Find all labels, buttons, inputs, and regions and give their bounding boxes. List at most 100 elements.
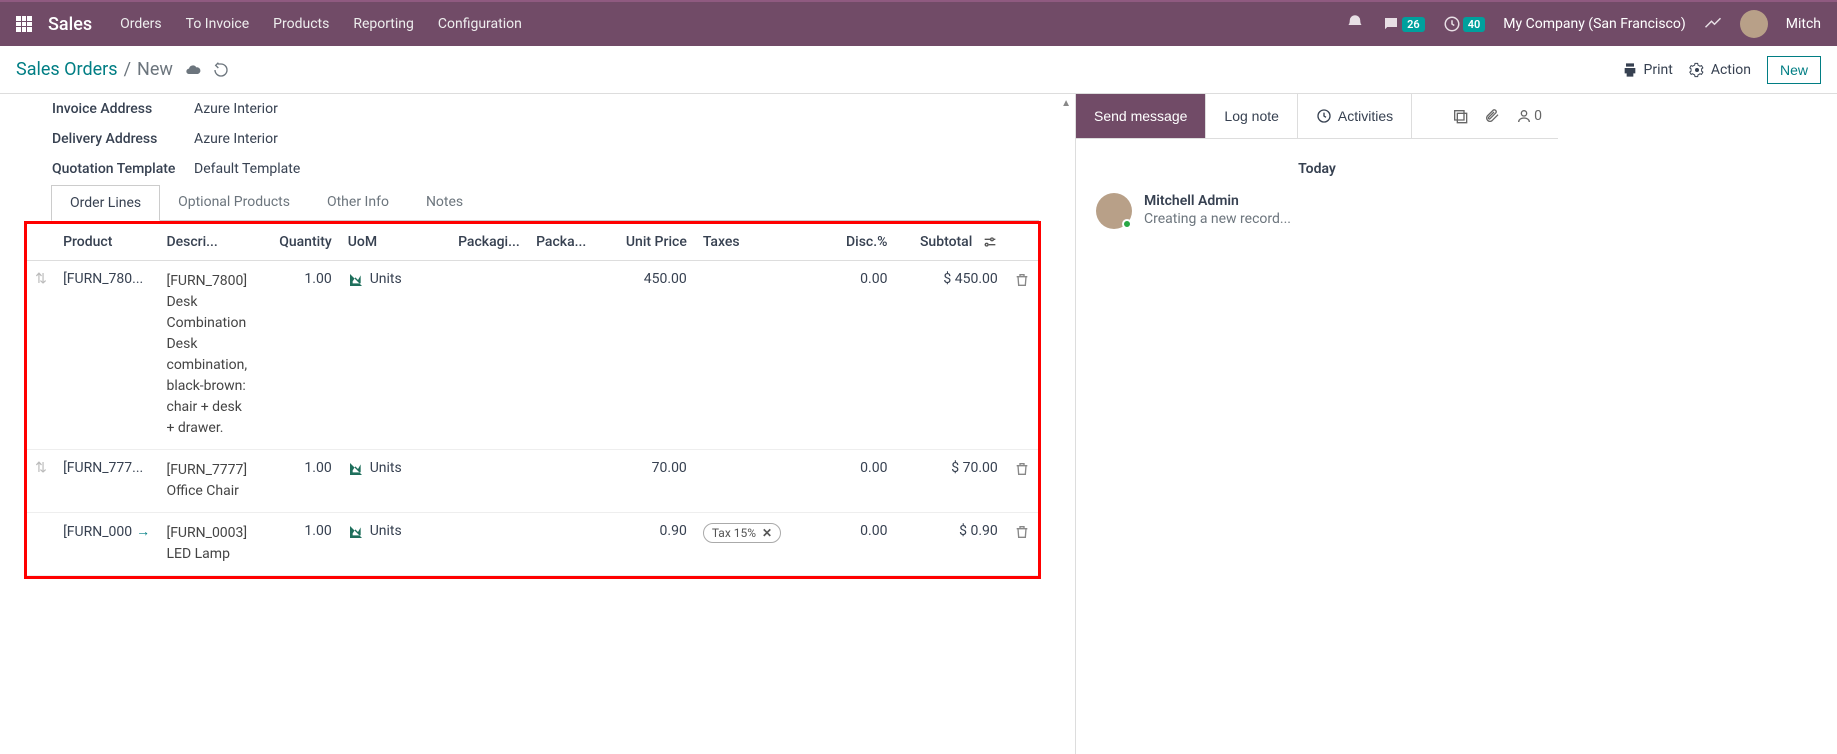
top-menu: Orders To Invoice Products Reporting Con… — [120, 16, 522, 32]
unit-price-cell[interactable]: 0.90 — [595, 513, 695, 576]
unit-price-cell[interactable]: 70.00 — [595, 450, 695, 513]
uom-cell[interactable]: Units — [340, 261, 450, 450]
control-panel: Sales Orders / New Print Action New — [0, 46, 1837, 94]
quantity-cell[interactable]: 1.00 — [255, 450, 339, 513]
attach-icon[interactable] — [1484, 108, 1500, 124]
discount-cell[interactable]: 0.00 — [795, 261, 895, 450]
subtotal-cell: $ 450.00 — [895, 261, 1005, 450]
menu-configuration[interactable]: Configuration — [438, 16, 522, 32]
message-avatar — [1096, 193, 1132, 229]
product-cell[interactable]: [FURN_777... — [55, 450, 158, 513]
message-item: Mitchell Admin Creating a new record... — [1096, 193, 1538, 229]
quotation-template-label: Quotation Template — [52, 161, 194, 177]
col-taxes[interactable]: Taxes — [695, 224, 795, 261]
activities-badge: 40 — [1463, 17, 1486, 32]
messages-button[interactable]: 26 — [1382, 15, 1425, 33]
col-packaging-qty[interactable]: Packa... — [528, 224, 594, 261]
delivery-address-label: Delivery Address — [52, 131, 194, 147]
subtotal-cell: $ 0.90 — [895, 513, 1005, 576]
breadcrumb-root[interactable]: Sales Orders — [16, 59, 118, 80]
remove-tag-icon[interactable]: ✕ — [762, 526, 772, 540]
col-packaging[interactable]: Packagi... — [450, 224, 528, 261]
open-link-icon[interactable]: → — [136, 523, 150, 540]
followers-count: 0 — [1534, 108, 1542, 124]
print-label: Print — [1644, 62, 1673, 78]
breadcrumb: Sales Orders / New — [16, 59, 173, 80]
top-navbar: Sales Orders To Invoice Products Reporti… — [0, 0, 1837, 46]
col-disc[interactable]: Disc.% — [795, 224, 895, 261]
company-switcher[interactable]: My Company (San Francisco) — [1503, 16, 1685, 32]
chart-icon — [348, 460, 364, 476]
quotation-template-field[interactable]: Default Template — [194, 161, 300, 177]
col-subtotal[interactable]: Subtotal — [895, 224, 1005, 261]
discount-cell[interactable]: 0.00 — [795, 513, 895, 576]
tab-other-info[interactable]: Other Info — [308, 184, 408, 220]
menu-reporting[interactable]: Reporting — [353, 16, 414, 32]
delete-row-icon[interactable] — [1006, 261, 1038, 450]
print-button[interactable]: Print — [1622, 62, 1673, 78]
scroll-up-caret[interactable]: ▲ — [1061, 98, 1071, 109]
description-cell[interactable]: [FURN_7800] Desk CombinationDesk combina… — [158, 261, 255, 450]
taxes-cell[interactable] — [695, 261, 795, 450]
uom-cell[interactable]: Units — [340, 513, 450, 576]
tab-order-lines[interactable]: Order Lines — [51, 185, 160, 221]
action-button[interactable]: Action — [1689, 62, 1751, 78]
quantity-cell[interactable]: 1.00 — [255, 261, 339, 450]
tax-tag[interactable]: Tax 15% ✕ — [703, 523, 781, 543]
table-row[interactable]: [FURN_000 → [FURN_0003] LED Lamp1.00Units… — [27, 513, 1038, 576]
log-note-button[interactable]: Log note — [1206, 94, 1298, 138]
taxes-cell[interactable] — [695, 450, 795, 513]
drag-handle-icon[interactable]: ⇅ — [35, 460, 47, 476]
tray-icon[interactable] — [1346, 13, 1364, 35]
menu-products[interactable]: Products — [273, 16, 329, 32]
activities-button[interactable]: 40 — [1443, 15, 1486, 33]
date-separator: Today — [1096, 161, 1538, 177]
description-cell[interactable]: [FURN_0003] LED Lamp — [158, 513, 255, 576]
attachments-stack-icon[interactable] — [1452, 108, 1468, 124]
message-author: Mitchell Admin — [1144, 193, 1291, 209]
col-quantity[interactable]: Quantity — [255, 224, 339, 261]
menu-to-invoice[interactable]: To Invoice — [186, 16, 250, 32]
new-button[interactable]: New — [1767, 56, 1821, 84]
drag-handle-icon[interactable]: ⇅ — [35, 271, 47, 287]
followers-button[interactable]: 0 — [1516, 108, 1542, 124]
tab-optional-products[interactable]: Optional Products — [159, 184, 309, 220]
send-message-button[interactable]: Send message — [1076, 94, 1206, 138]
debug-icon[interactable] — [1704, 13, 1722, 35]
message-body: Creating a new record... — [1144, 211, 1291, 227]
apps-icon[interactable] — [16, 16, 32, 32]
col-unit-price[interactable]: Unit Price — [595, 224, 695, 261]
chart-icon — [348, 523, 364, 539]
cloud-save-icon[interactable] — [185, 61, 201, 77]
delivery-address-field[interactable]: Azure Interior — [194, 131, 278, 147]
taxes-cell[interactable]: Tax 15% ✕ — [695, 513, 795, 576]
product-cell[interactable]: [FURN_780... — [55, 261, 158, 450]
invoice-address-field[interactable]: Azure Interior — [194, 101, 278, 117]
activities-tab-button[interactable]: Activities — [1298, 94, 1412, 138]
delete-row-icon[interactable] — [1006, 450, 1038, 513]
col-product[interactable]: Product — [55, 224, 158, 261]
quantity-cell[interactable]: 1.00 — [255, 513, 339, 576]
order-lines-grid: Product Descri... Quantity UoM Packagi..… — [24, 221, 1041, 579]
breadcrumb-current: New — [137, 59, 173, 80]
tab-notes[interactable]: Notes — [407, 184, 482, 220]
product-input[interactable]: [FURN_000 → — [63, 523, 150, 540]
table-row[interactable]: ⇅ [FURN_777...[FURN_7777] Office Chair1.0… — [27, 450, 1038, 513]
user-name[interactable]: Mitch — [1786, 16, 1821, 32]
columns-icon[interactable] — [982, 234, 998, 250]
description-cell[interactable]: [FURN_7777] Office Chair — [158, 450, 255, 513]
messages-badge: 26 — [1402, 17, 1425, 32]
unit-price-cell[interactable]: 450.00 — [595, 261, 695, 450]
col-uom[interactable]: UoM — [340, 224, 450, 261]
app-name[interactable]: Sales — [48, 14, 92, 35]
activities-tab-label: Activities — [1338, 108, 1393, 124]
delete-row-icon[interactable] — [1006, 513, 1038, 576]
uom-cell[interactable]: Units — [340, 450, 450, 513]
discount-cell[interactable]: 0.00 — [795, 450, 895, 513]
table-row[interactable]: ⇅ [FURN_780...[FURN_7800] Desk Combinatio… — [27, 261, 1038, 450]
chatter-panel: Send message Log note Activities 0 Today — [1075, 94, 1558, 754]
discard-icon[interactable] — [213, 61, 229, 77]
user-avatar[interactable] — [1740, 10, 1768, 38]
col-description[interactable]: Descri... — [158, 224, 255, 261]
menu-orders[interactable]: Orders — [120, 16, 162, 32]
